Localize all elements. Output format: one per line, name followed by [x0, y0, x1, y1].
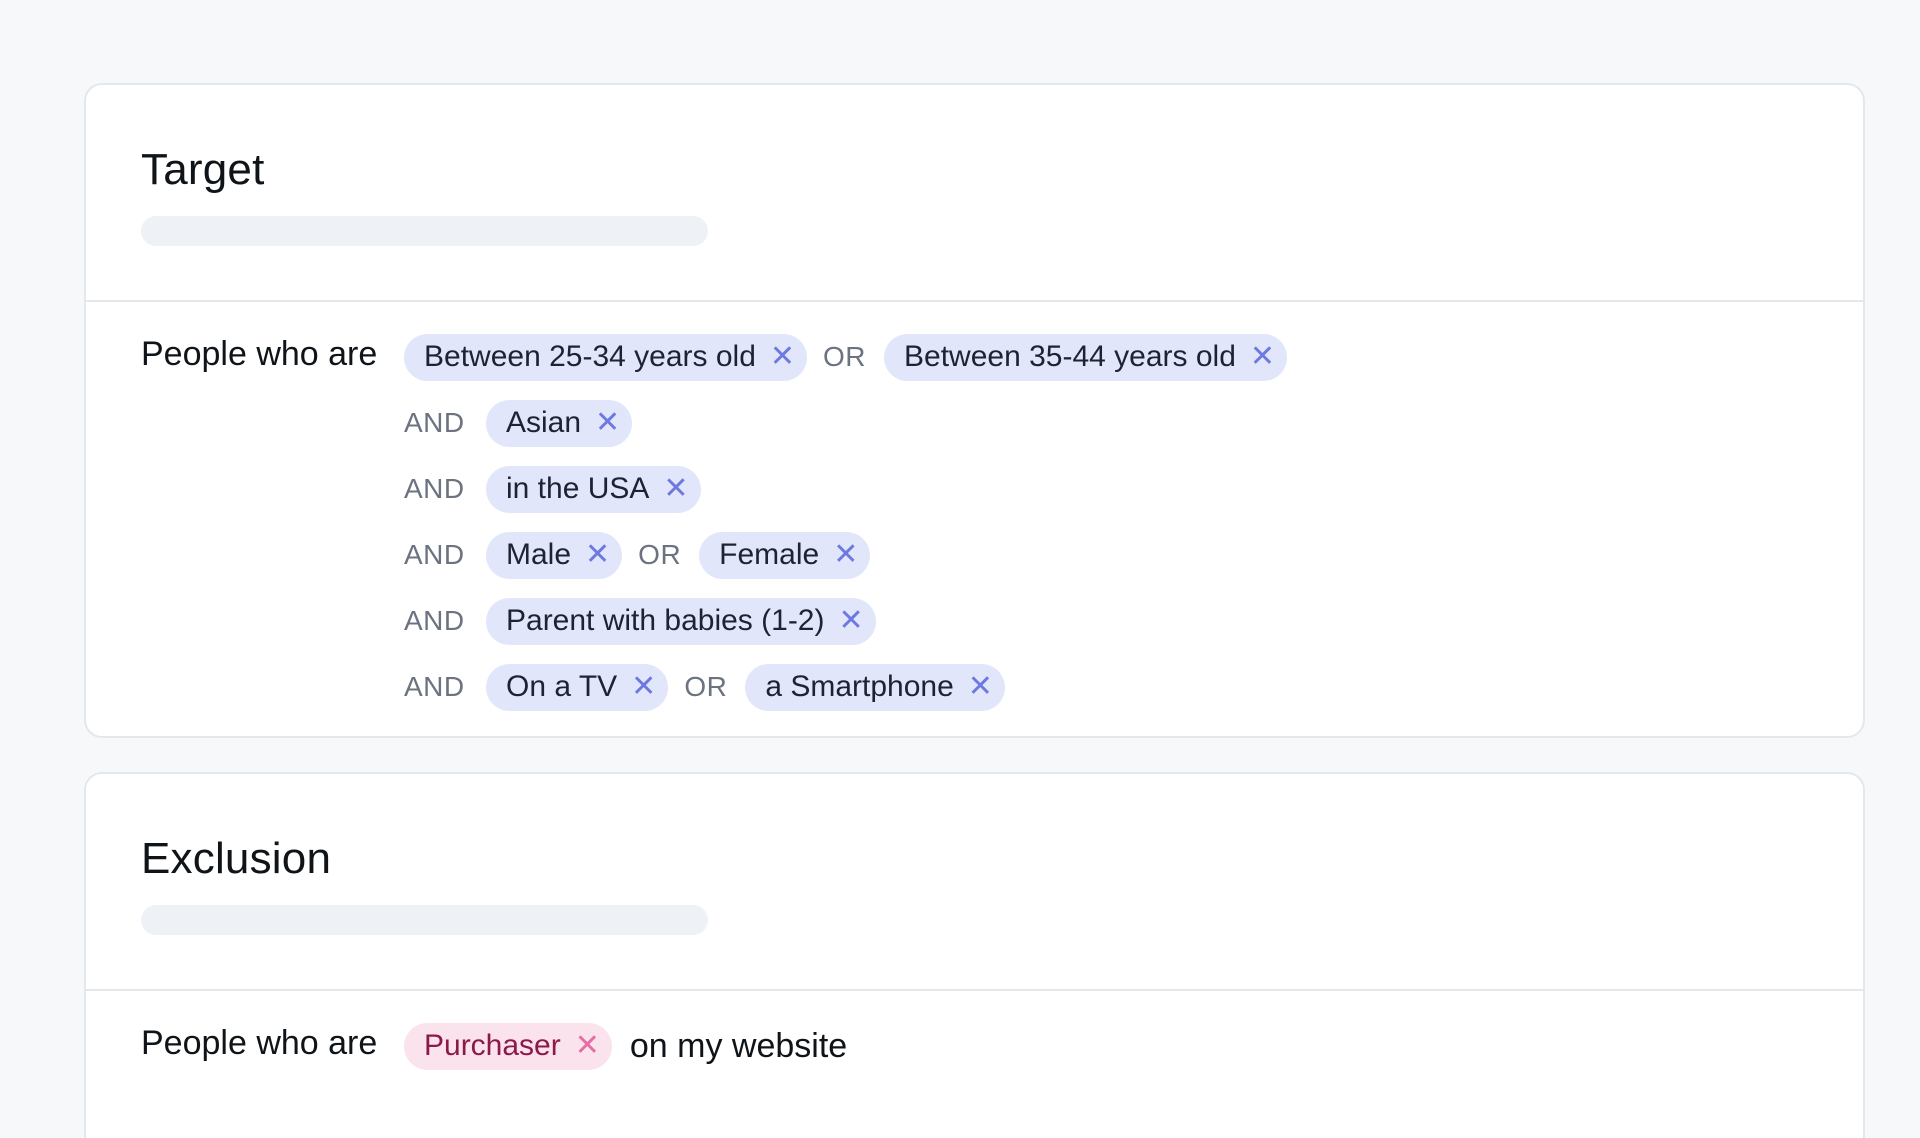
chip-label: in the USA — [506, 472, 650, 505]
target-rule-row-parental: AND Parent with babies (1-2) ✕ — [404, 597, 876, 645]
chip-male[interactable]: Male ✕ — [486, 531, 623, 579]
target-header: Target — [86, 85, 1863, 302]
chip-label: Female — [719, 538, 820, 571]
close-icon[interactable]: ✕ — [595, 408, 620, 438]
target-card: Target People who are Between 25-34 year… — [84, 83, 1865, 738]
target-rule-row-ethnicity: AND Asian ✕ — [404, 399, 633, 447]
chip-age-25-34[interactable]: Between 25-34 years old ✕ — [404, 333, 808, 381]
close-icon[interactable]: ✕ — [968, 672, 993, 702]
and-operator: AND — [404, 539, 465, 570]
chip-a-smartphone[interactable]: a Smartphone ✕ — [745, 663, 1005, 711]
and-operator: AND — [404, 473, 465, 504]
chip-label: Between 35-44 years old — [904, 340, 1236, 373]
target-description-placeholder — [141, 216, 708, 246]
chip-purchaser[interactable]: Purchaser ✕ — [404, 1022, 612, 1070]
chip-parent-with-babies[interactable]: Parent with babies (1-2) ✕ — [486, 597, 876, 645]
target-title: Target — [141, 145, 265, 194]
and-operator: AND — [404, 605, 465, 636]
exclusion-rule-row: Purchaser ✕ on my website — [404, 1022, 847, 1070]
or-operator: OR — [823, 341, 867, 372]
chip-label: On a TV — [506, 670, 618, 703]
close-icon[interactable]: ✕ — [585, 540, 610, 570]
or-operator: OR — [638, 539, 682, 570]
chip-in-the-usa[interactable]: in the USA ✕ — [486, 465, 701, 513]
chip-label: Asian — [506, 406, 582, 439]
close-icon[interactable]: ✕ — [839, 606, 864, 636]
target-rule-row-device: AND On a TV ✕ OR a Smartphone ✕ — [404, 663, 1005, 711]
and-operator: AND — [404, 407, 465, 438]
exclusion-trailing-text: on my website — [629, 1026, 848, 1065]
chip-on-a-tv[interactable]: On a TV ✕ — [486, 663, 669, 711]
target-lead-label: People who are — [141, 335, 378, 373]
chip-age-35-44[interactable]: Between 35-44 years old ✕ — [884, 333, 1288, 381]
exclusion-header: Exclusion — [86, 774, 1863, 991]
close-icon[interactable]: ✕ — [833, 540, 858, 570]
chip-asian[interactable]: Asian ✕ — [486, 399, 633, 447]
chip-label: a Smartphone — [765, 670, 954, 703]
chip-label: Male — [506, 538, 572, 571]
close-icon[interactable]: ✕ — [770, 342, 795, 372]
or-operator: OR — [684, 671, 728, 702]
close-icon[interactable]: ✕ — [663, 474, 688, 504]
chip-female[interactable]: Female ✕ — [699, 531, 871, 579]
exclusion-title: Exclusion — [141, 834, 332, 883]
close-icon[interactable]: ✕ — [631, 672, 656, 702]
close-icon[interactable]: ✕ — [575, 1031, 600, 1061]
and-operator: AND — [404, 671, 465, 702]
close-icon[interactable]: ✕ — [1250, 342, 1275, 372]
chip-label: Purchaser — [424, 1029, 561, 1062]
exclusion-description-placeholder — [141, 905, 708, 935]
target-rule-row-location: AND in the USA ✕ — [404, 465, 701, 513]
target-rule-row-gender: AND Male ✕ OR Female ✕ — [404, 531, 871, 579]
exclusion-lead-label: People who are — [141, 1024, 378, 1062]
exclusion-card: Exclusion People who are Purchaser ✕ on … — [84, 772, 1865, 1138]
chip-label: Between 25-34 years old — [424, 340, 756, 373]
target-rule-row-age: Between 25-34 years old ✕ OR Between 35-… — [404, 333, 1288, 381]
chip-label: Parent with babies (1-2) — [506, 604, 825, 637]
